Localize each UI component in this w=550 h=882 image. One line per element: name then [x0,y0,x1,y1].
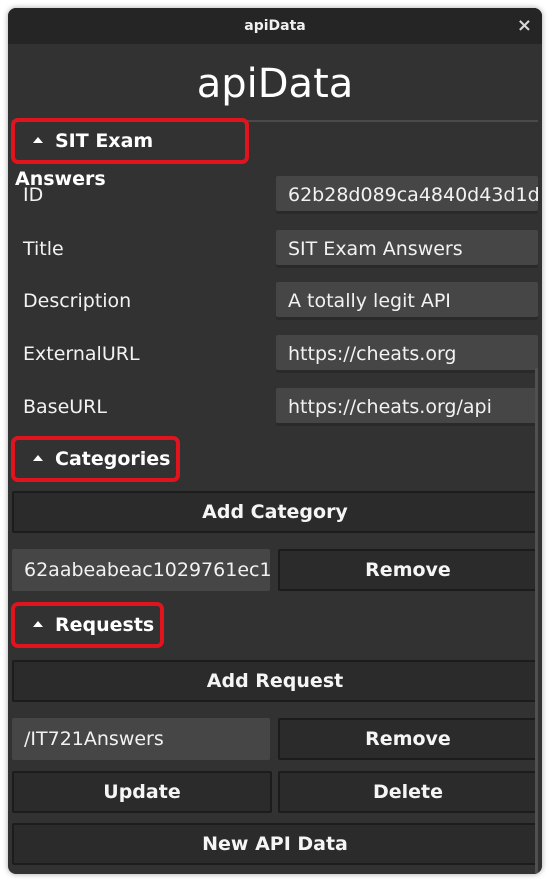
add-request-button[interactable]: Add Request [12,660,538,702]
remove-request-button[interactable]: Remove [278,718,538,760]
window-title: apiData [244,18,306,34]
collapse-arrow-icon [33,454,43,461]
section-header-requests[interactable]: Requests [11,602,164,648]
window-titlebar[interactable]: apiData × [8,8,542,44]
app-window: apiData × apiData SIT Exam Answers ID 62… [8,8,542,874]
field-label-title: Title [23,238,64,260]
update-button[interactable]: Update [12,771,272,813]
section-header-categories[interactable]: Categories [11,436,180,482]
section-header-main[interactable]: SIT Exam Answers [11,118,249,190]
title-field[interactable]: SIT Exam Answers [276,230,538,268]
id-field[interactable]: 62b28d089ca4840d43d1d4 [276,176,538,214]
externalurl-field[interactable]: https://cheats.org [276,335,538,373]
remove-category-button[interactable]: Remove [278,549,538,591]
request-field[interactable]: /IT721Answers [12,718,270,760]
baseurl-field[interactable]: https://cheats.org/api [276,388,538,426]
description-field[interactable]: A totally legit API [276,282,538,320]
field-label-id: ID [23,184,44,206]
delete-button[interactable]: Delete [278,771,538,813]
section-title: Requests [55,614,155,636]
category-field[interactable]: 62aabeabeac1029761ec1bl [12,549,270,591]
add-category-button[interactable]: Add Category [12,491,538,533]
section-title: Categories [55,448,171,470]
field-label-externalurl: ExternalURL [23,343,140,365]
collapse-arrow-icon [33,136,43,143]
collapse-arrow-icon [33,620,43,627]
vertical-scrollbar[interactable] [535,368,538,873]
new-api-data-button[interactable]: New API Data [12,823,538,865]
page-title: apiData [196,61,354,107]
field-label-description: Description [23,290,132,312]
field-label-baseurl: BaseURL [23,396,107,418]
close-icon[interactable]: × [517,8,532,44]
